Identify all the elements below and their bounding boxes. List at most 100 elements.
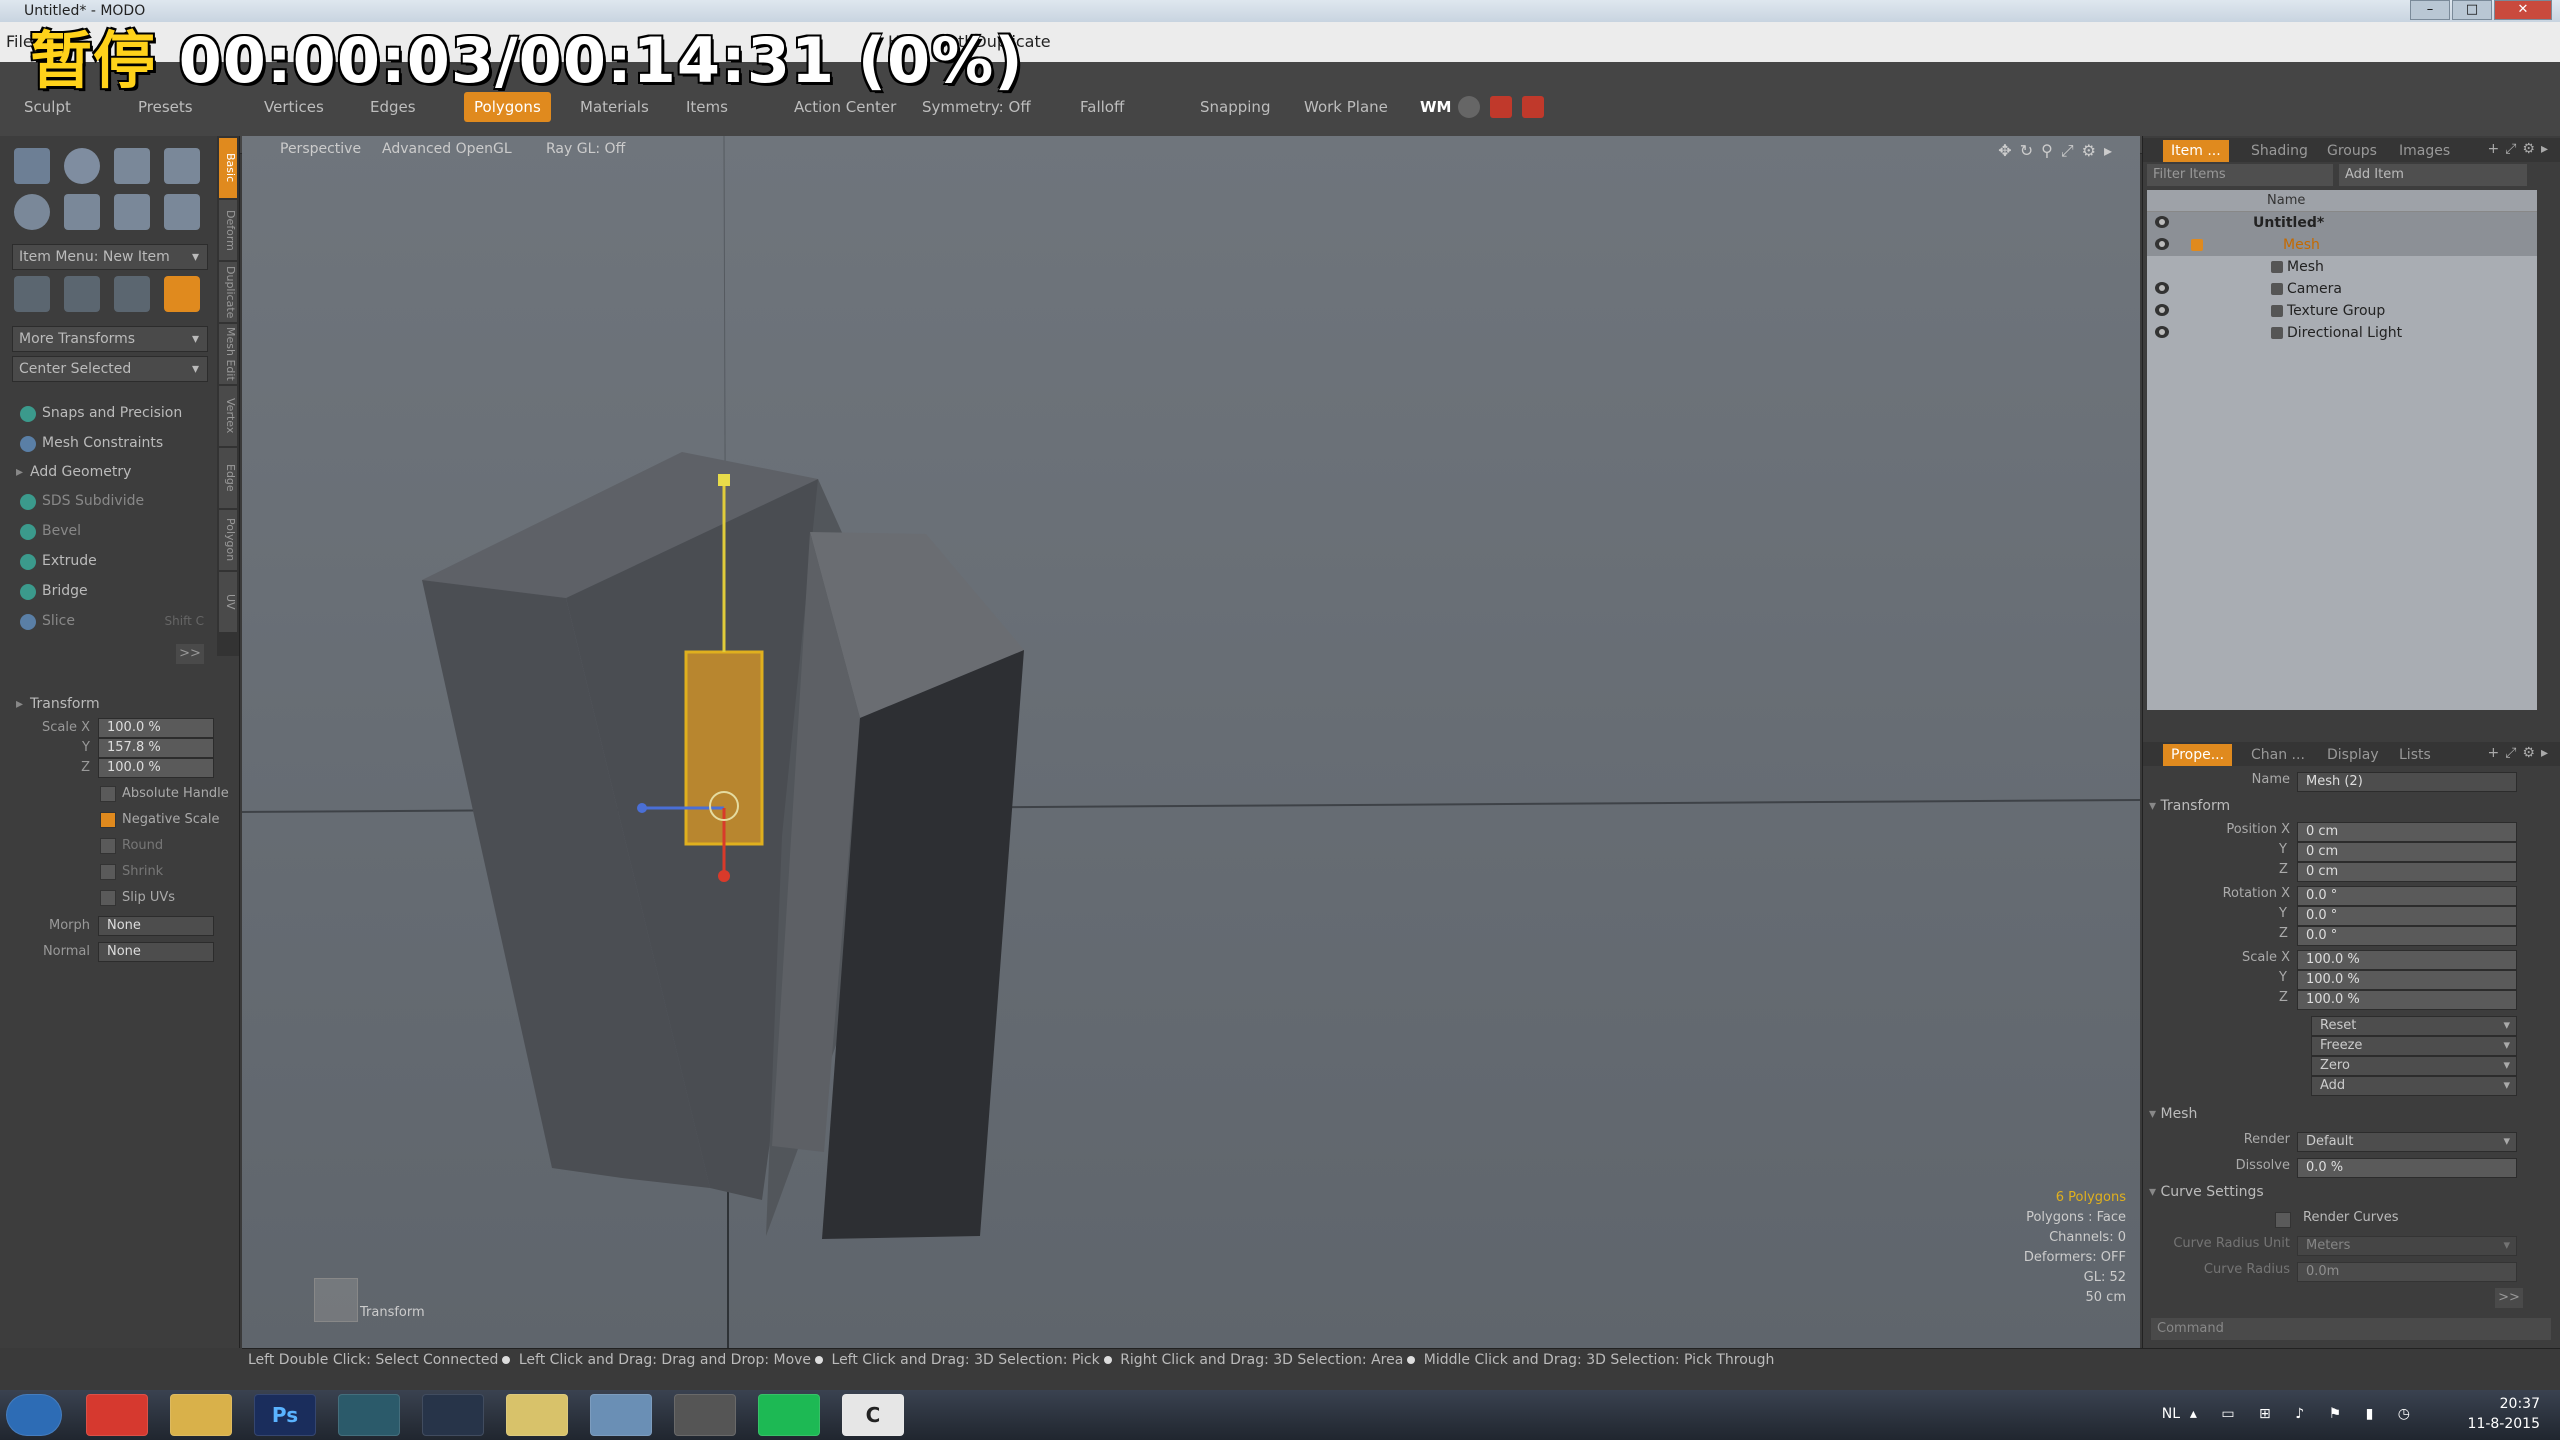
text-icon[interactable] [164, 194, 200, 230]
curve-settings-section[interactable]: Curve Settings [2149, 1184, 2263, 1200]
render-sphere-icon[interactable] [1458, 96, 1480, 118]
falloff-dropdown[interactable]: Falloff [1070, 92, 1134, 122]
curve-radius-field[interactable]: 0.0m [2297, 1262, 2517, 1282]
explorer-taskbar-icon[interactable] [170, 1394, 232, 1436]
visibility-eye-icon[interactable] [2155, 304, 2169, 316]
rotation-x-field[interactable]: 0.0 ° [2297, 886, 2517, 906]
tab-shading[interactable]: Shading [2243, 140, 2316, 162]
move-icon[interactable] [14, 276, 50, 312]
cylinder-icon[interactable] [114, 148, 150, 184]
cone-icon[interactable] [164, 148, 200, 184]
c-taskbar-icon[interactable]: C [842, 1394, 904, 1436]
spotify-taskbar-icon[interactable] [758, 1394, 820, 1436]
command-input[interactable]: Command [2151, 1318, 2551, 1340]
star-red-icon[interactable] [1522, 96, 1544, 118]
filter-items-input[interactable]: Filter Items [2147, 164, 2333, 186]
side-tab-deform[interactable]: Deform [219, 200, 237, 260]
scale-x-field[interactable]: 100.0 % [98, 718, 214, 738]
work-plane-dropdown[interactable]: Work Plane [1294, 92, 1398, 122]
visibility-eye-icon[interactable] [2155, 282, 2169, 294]
panel-options-icons[interactable]: +⤢⚙▸ [2487, 141, 2554, 157]
mesh-section[interactable]: Mesh [2149, 1106, 2197, 1122]
capsule-icon[interactable] [64, 194, 100, 230]
minimize-button[interactable]: – [2410, 0, 2450, 20]
tool-bevel[interactable]: Bevel [12, 518, 208, 544]
steam-taskbar-icon[interactable] [422, 1394, 484, 1436]
rotation-z-field[interactable]: 0.0 ° [2297, 926, 2517, 946]
maximize-button[interactable]: □ [2452, 0, 2492, 20]
folder-taskbar-icon[interactable] [506, 1394, 568, 1436]
side-tab-vertex[interactable]: Vertex [219, 386, 237, 446]
sphere-icon[interactable] [64, 148, 100, 184]
tab-lists[interactable]: Lists [2391, 744, 2439, 766]
close-button[interactable]: ✕ [2494, 0, 2552, 20]
rotation-y-field[interactable]: 0.0 ° [2297, 906, 2517, 926]
scale-icon[interactable] [114, 276, 150, 312]
side-tab-mesh-edit[interactable]: Mesh Edit [219, 324, 237, 384]
pen-icon[interactable] [114, 194, 150, 230]
side-tab-polygon[interactable]: Polygon [219, 510, 237, 570]
transform-section[interactable]: Transform [12, 692, 208, 716]
tab-images[interactable]: Images [2391, 140, 2458, 162]
render-dropdown[interactable]: Default ▾ [2297, 1132, 2517, 1152]
tool-sds-subdivide[interactable]: SDS Subdivide [12, 488, 208, 514]
transform-gizmo-icon[interactable] [314, 1278, 358, 1322]
more-tools-button[interactable]: >> [176, 644, 204, 664]
clock-date[interactable]: 11-8-2015 [2468, 1414, 2540, 1434]
rotate-icon[interactable] [64, 276, 100, 312]
visibility-eye-icon[interactable] [2155, 326, 2169, 338]
reset-dropdown[interactable]: Reset ▾ [2311, 1016, 2517, 1036]
torus-icon[interactable] [14, 194, 50, 230]
render-curves-checkbox[interactable] [2275, 1212, 2291, 1228]
tab-channels[interactable]: Chan ... [2243, 744, 2313, 766]
shrink-checkbox[interactable] [100, 864, 116, 880]
position-x-field[interactable]: 0 cm [2297, 822, 2517, 842]
editor-taskbar-icon[interactable] [590, 1394, 652, 1436]
item-row-mesh-selected[interactable]: Mesh [2147, 234, 2537, 256]
scale-z-prop-field[interactable]: 100.0 % [2297, 990, 2517, 1010]
transform-icon[interactable] [164, 276, 200, 312]
tray-icons[interactable]: ▴ ▭ ⊞ ♪ ⚑ ▮ ◷ [2190, 1404, 2420, 1424]
absolute-handle-checkbox[interactable] [100, 786, 116, 802]
scale-y-prop-field[interactable]: 100.0 % [2297, 970, 2517, 990]
item-menu-dropdown[interactable]: Item Menu: New Item ▾ [12, 244, 208, 270]
tool-bridge[interactable]: Bridge [12, 578, 208, 604]
cube-icon[interactable] [14, 148, 50, 184]
item-row-texture-group[interactable]: Texture Group [2147, 300, 2537, 322]
tab-display[interactable]: Display [2319, 744, 2387, 766]
visibility-eye-icon[interactable] [2155, 216, 2169, 228]
side-tab-edge[interactable]: Edge [219, 448, 237, 508]
clock-time[interactable]: 20:37 [2468, 1394, 2540, 1414]
curve-radius-unit-dropdown[interactable]: Meters ▾ [2297, 1236, 2517, 1256]
more-props-button[interactable]: >> [2495, 1288, 2523, 1308]
position-y-field[interactable]: 0 cm [2297, 842, 2517, 862]
scale-y-field[interactable]: 157.8 % [98, 738, 214, 758]
name-field[interactable]: Mesh (2) [2297, 772, 2517, 792]
add-dropdown[interactable]: Add ▾ [2311, 1076, 2517, 1096]
photoshop-taskbar-icon[interactable]: Ps [254, 1394, 316, 1436]
more-transforms-dropdown[interactable]: More Transforms ▾ [12, 326, 208, 352]
tab-properties[interactable]: Prope... [2163, 744, 2233, 766]
scale-z-field[interactable]: 100.0 % [98, 758, 214, 778]
visibility-eye-icon[interactable] [2155, 238, 2169, 250]
start-button[interactable] [6, 1394, 62, 1436]
add-item-dropdown[interactable]: Add Item [2339, 164, 2527, 186]
round-checkbox[interactable] [100, 838, 116, 854]
morph-dropdown[interactable]: None [98, 916, 214, 936]
name-column-header[interactable]: Name [2267, 193, 2305, 208]
game-taskbar-icon[interactable] [674, 1394, 736, 1436]
side-tab-basic[interactable]: Basic [219, 138, 237, 198]
language-indicator[interactable]: NL [2162, 1404, 2180, 1424]
position-z-field[interactable]: 0 cm [2297, 862, 2517, 882]
tab-groups[interactable]: Groups [2319, 140, 2385, 162]
add-geometry-section[interactable]: Add Geometry [12, 460, 208, 484]
side-tab-uv[interactable]: UV [219, 572, 237, 632]
snaps-precision-button[interactable]: Snaps and Precision [12, 400, 208, 426]
item-row-scene[interactable]: Untitled* [2147, 212, 2537, 234]
zero-dropdown[interactable]: Zero ▾ [2311, 1056, 2517, 1076]
properties-options-icons[interactable]: +⤢⚙▸ [2487, 745, 2554, 761]
center-selected-dropdown[interactable]: Center Selected ▾ [12, 356, 208, 382]
scale-x-prop-field[interactable]: 100.0 % [2297, 950, 2517, 970]
item-row-camera[interactable]: Camera [2147, 278, 2537, 300]
snapping-button[interactable]: Snapping [1190, 92, 1280, 122]
